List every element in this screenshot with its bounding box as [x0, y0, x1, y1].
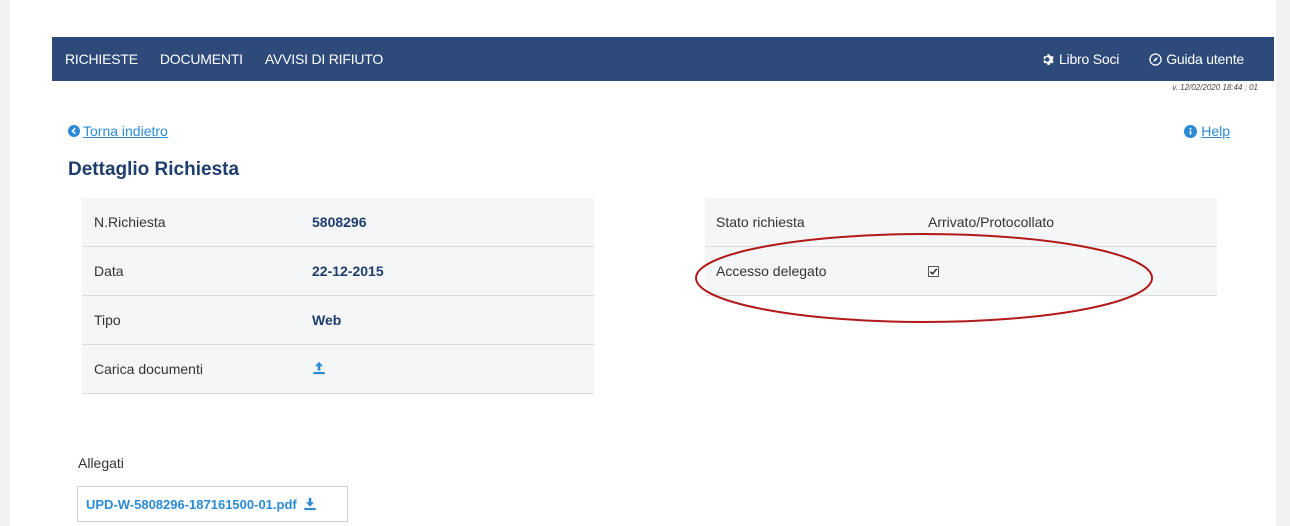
page-margin-left [0, 0, 10, 526]
detail-row-stato: Stato richiesta Arrivato/Protocollato [705, 198, 1217, 247]
nav-guida-utente-label: Guida utente [1166, 51, 1244, 67]
detail-row-data: Data 22-12-2015 [82, 247, 594, 296]
compass-icon [1149, 52, 1162, 66]
back-link-label: Torna indietro [83, 123, 168, 139]
detail-label: Stato richiesta [716, 214, 805, 230]
gear-icon [1043, 53, 1054, 65]
download-icon [304, 497, 316, 511]
version-stamp: v. 12/02/2020 18:44 : 01 [1172, 83, 1258, 92]
page-title: Dettaglio Richiesta [68, 159, 240, 180]
detail-value: 5808296 [312, 214, 367, 230]
detail-value: 22-12-2015 [312, 263, 384, 279]
help-link[interactable]: Help [1184, 123, 1230, 139]
back-link[interactable]: Torna indietro [68, 123, 168, 139]
detail-label: N.Richiesta [94, 214, 166, 230]
detail-label: Data [94, 263, 124, 279]
detail-value: Web [312, 312, 342, 328]
detail-value: Arrivato/Protocollato [928, 214, 1055, 230]
detail-row-accesso-delegato: Accesso delegato [705, 247, 1217, 296]
request-status-table: Stato richiesta Arrivato/Protocollato Ac… [705, 198, 1217, 296]
top-navbar: RICHIESTE DOCUMENTI AVVISI DI RIFIUTO Li… [52, 37, 1274, 81]
detail-row-tipo: Tipo Web [82, 296, 594, 345]
request-details-table: N.Richiesta 5808296 Data 22-12-2015 Tipo… [82, 198, 594, 394]
nav-richieste[interactable]: RICHIESTE [65, 51, 138, 67]
checkmark-icon [929, 268, 938, 275]
nav-documenti[interactable]: DOCUMENTI [160, 51, 243, 67]
upload-icon [313, 361, 325, 374]
detail-label: Tipo [94, 312, 121, 328]
detail-label: Accesso delegato [716, 263, 827, 279]
attachment-file-name: UPD-W-5808296-187161500-01.pdf [86, 496, 297, 512]
attachments-label: Allegati [78, 455, 124, 471]
accesso-delegato-checkbox[interactable] [928, 266, 939, 277]
nav-avvisi-di-rifiuto[interactable]: AVVISI DI RIFIUTO [265, 51, 383, 67]
nav-libro-soci[interactable]: Libro Soci [1042, 51, 1119, 67]
nav-guida-utente[interactable]: Guida utente [1149, 51, 1244, 67]
help-link-label: Help [1201, 123, 1230, 139]
detail-row-numero: N.Richiesta 5808296 [82, 198, 594, 247]
nav-libro-soci-label: Libro Soci [1058, 51, 1120, 67]
attachment-file[interactable]: UPD-W-5808296-187161500-01.pdf [77, 486, 348, 522]
info-icon [1184, 124, 1198, 138]
detail-label: Carica documenti [94, 361, 203, 377]
detail-row-carica-documenti: Carica documenti [82, 345, 594, 394]
upload-button[interactable] [312, 361, 326, 378]
page-margin-right [1276, 0, 1290, 526]
nav-right-group: Libro Soci Guida utente [1012, 51, 1274, 67]
chevron-left-circle-icon [68, 125, 80, 137]
